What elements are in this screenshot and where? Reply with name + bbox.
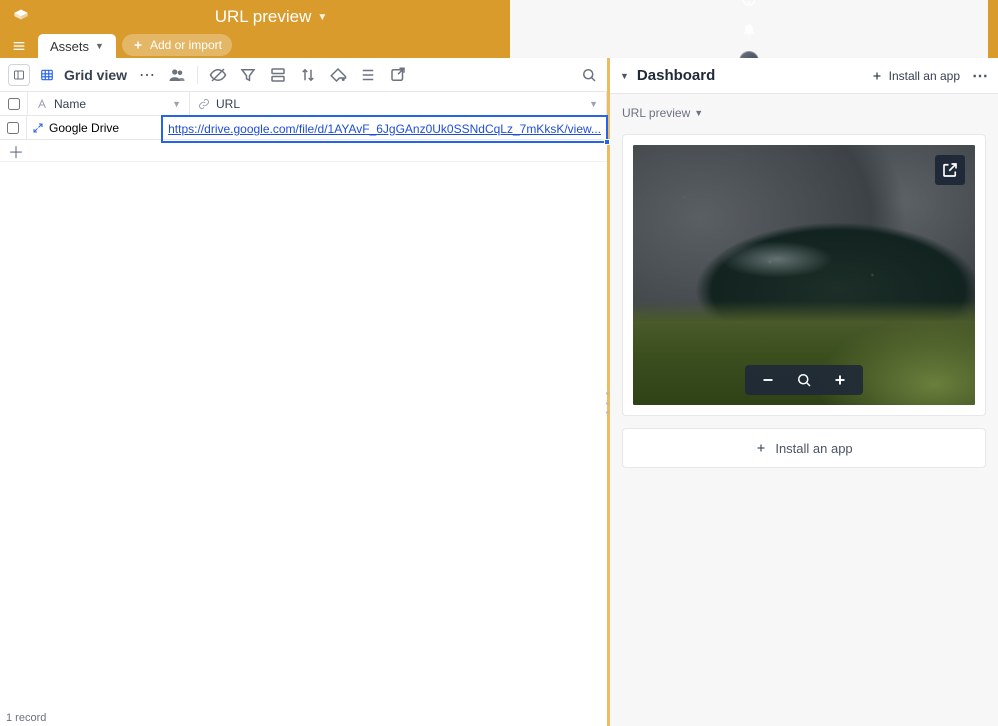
column-header-name[interactable]: Name ▼ bbox=[28, 92, 190, 115]
color-icon[interactable] bbox=[328, 65, 348, 85]
dashboard-pane: ▼ Dashboard Install an app ⋯ URL preview… bbox=[610, 58, 998, 726]
dashboard-title[interactable]: Dashboard bbox=[637, 67, 715, 84]
tab-assets[interactable]: Assets ▼ bbox=[38, 34, 116, 58]
install-app-button[interactable]: Install an app bbox=[871, 69, 960, 83]
zoom-in-button[interactable] bbox=[831, 371, 849, 389]
title-bar: URL preview ▼ HELP bbox=[0, 0, 998, 34]
open-external-icon[interactable] bbox=[935, 155, 965, 185]
column-url-menu-caret[interactable]: ▼ bbox=[589, 99, 598, 109]
url-preview-card bbox=[622, 134, 986, 416]
app-logo[interactable] bbox=[10, 6, 32, 28]
install-app-label: Install an app bbox=[889, 69, 960, 83]
dashboard-header: ▼ Dashboard Install an app ⋯ bbox=[610, 58, 998, 94]
zoom-out-button[interactable] bbox=[759, 371, 777, 389]
dashboard-caret-icon[interactable]: ▼ bbox=[620, 71, 629, 81]
dashboard-body: URL preview ▼ bbox=[610, 94, 998, 480]
zoom-reset-button[interactable] bbox=[795, 371, 813, 389]
cell-name[interactable]: Google Drive bbox=[27, 116, 162, 139]
sort-icon[interactable] bbox=[298, 65, 318, 85]
column-name-menu-caret[interactable]: ▼ bbox=[172, 99, 181, 109]
filter-icon[interactable] bbox=[238, 65, 258, 85]
install-app-card-label: Install an app bbox=[775, 441, 852, 456]
table-tabs: Assets ▼ Add or import bbox=[38, 34, 232, 58]
tab-caret-icon[interactable]: ▼ bbox=[95, 41, 104, 51]
view-bar: Grid view ⋯ bbox=[0, 58, 607, 92]
select-all-checkbox[interactable] bbox=[0, 92, 28, 115]
add-or-import-button[interactable]: Add or import bbox=[122, 34, 232, 56]
preview-app-name: URL preview bbox=[622, 106, 690, 120]
add-row-button[interactable]: ＋ bbox=[0, 140, 607, 162]
hamburger-icon[interactable] bbox=[8, 35, 30, 57]
grid-pane: Grid view ⋯ bbox=[0, 58, 610, 726]
view-name[interactable]: Grid view bbox=[64, 67, 127, 83]
dashboard-more-icon[interactable]: ⋯ bbox=[972, 66, 988, 86]
expand-record-icon[interactable] bbox=[27, 122, 49, 134]
column-header-url[interactable]: URL ▼ bbox=[190, 92, 607, 115]
page-title[interactable]: URL preview bbox=[215, 7, 312, 27]
cell-url-value[interactable]: https://drive.google.com/file/d/1AYAvF_6… bbox=[168, 122, 601, 136]
notifications-icon[interactable] bbox=[741, 21, 757, 37]
record-count: 1 record bbox=[0, 710, 607, 726]
row-checkbox[interactable] bbox=[0, 116, 27, 139]
help-icon[interactable] bbox=[741, 0, 757, 7]
grid-view-icon bbox=[40, 68, 54, 82]
install-app-card[interactable]: Install an app bbox=[622, 428, 986, 468]
search-icon[interactable] bbox=[579, 65, 599, 85]
share-view-icon[interactable] bbox=[388, 65, 408, 85]
views-sidebar-toggle[interactable] bbox=[8, 64, 30, 86]
column-header-row: Name ▼ URL ▼ bbox=[0, 92, 607, 116]
view-menu-icon[interactable]: ⋯ bbox=[137, 65, 157, 85]
add-or-import-label: Add or import bbox=[150, 38, 222, 52]
tab-label: Assets bbox=[50, 39, 89, 54]
cell-name-value: Google Drive bbox=[49, 121, 119, 135]
hide-fields-icon[interactable] bbox=[208, 65, 228, 85]
collaborators-icon[interactable] bbox=[167, 65, 187, 85]
main-split: Grid view ⋯ bbox=[0, 58, 998, 726]
preview-app-label[interactable]: URL preview ▼ bbox=[622, 106, 986, 120]
row-height-icon[interactable] bbox=[358, 65, 378, 85]
table-row[interactable]: Google Drive https://drive.google.com/fi… bbox=[0, 116, 607, 140]
preview-app-caret-icon[interactable]: ▼ bbox=[694, 108, 703, 118]
zoom-toolbar bbox=[745, 365, 863, 395]
title-caret-icon[interactable]: ▼ bbox=[317, 12, 327, 23]
column-header-url-label: URL bbox=[216, 97, 240, 111]
cell-url[interactable]: https://drive.google.com/file/d/1AYAvF_6… bbox=[162, 116, 607, 142]
column-header-name-label: Name bbox=[54, 97, 86, 111]
group-icon[interactable] bbox=[268, 65, 288, 85]
preview-frame[interactable] bbox=[633, 145, 975, 405]
pane-resize-handle[interactable] bbox=[604, 392, 610, 414]
